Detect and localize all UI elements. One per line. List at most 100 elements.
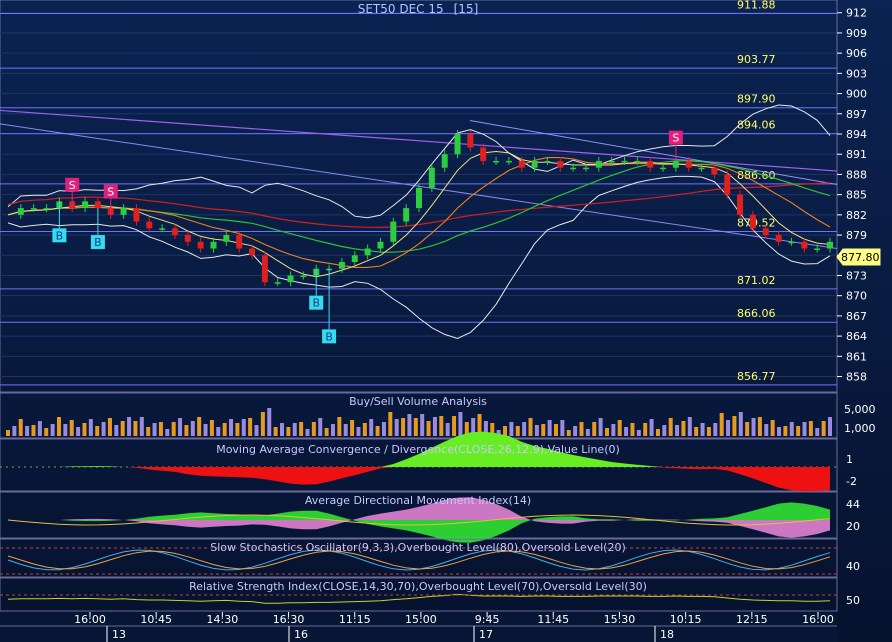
candle-body [737,194,744,215]
volume-bar [95,426,100,436]
volume-bar [165,429,170,436]
candle-body [416,187,422,209]
buy-signal-label: B [312,297,320,310]
volume-bar [515,426,520,436]
time-tick-label: 9:45 [475,613,500,626]
level-label: 879.52 [737,217,776,230]
price-tick-label: 906 [846,47,867,60]
candle-body [197,241,204,249]
candle-body [364,248,371,256]
price-tick-label: 891 [846,148,867,161]
volume-bar [509,422,514,436]
volume-bar [751,418,756,436]
candle-body [814,248,821,251]
volume-bar [694,427,699,436]
price-tick-label: 873 [846,269,867,282]
candle-body [287,275,294,283]
volume-bar [286,427,291,436]
volume-bar [44,428,49,436]
volume-bar [617,420,622,436]
buy-signal-label: B [325,330,333,343]
macd-tick-1: 1 [846,453,853,466]
adx-tick-1: 44 [846,498,860,511]
volume-bar [675,425,680,436]
volume-bar [643,423,648,436]
price-tick-label: 900 [846,88,867,101]
volume-bar [726,420,731,436]
level-label: 871.02 [737,274,776,287]
volume-bar [821,421,826,436]
volume-bar [209,420,214,436]
candle-body [210,241,217,249]
candle-body [493,160,500,163]
candle-body [582,167,589,170]
volume-bar [107,418,112,436]
volume-bar [127,417,132,436]
volume-bar [573,426,578,436]
candle-body [647,160,654,168]
volume-bar [330,424,335,436]
volume-bar [579,422,584,436]
candle-body [300,275,307,277]
volume-bar [305,429,310,436]
volume-bar [299,422,304,436]
candle-body [595,160,602,168]
adx-tick-2: 20 [846,520,860,533]
candle-body [749,214,756,229]
level-label: 894.06 [737,119,776,132]
volume-bar [407,414,412,436]
volume-bar [713,423,718,436]
volume-bar [413,418,418,436]
day-tick-label: 18 [660,628,674,641]
sell-signal-label: S [69,179,76,192]
volume-bar [802,422,807,436]
candle-body [467,134,474,148]
price-tick-label: 903 [846,67,867,80]
volume-bar [69,420,74,436]
candle-body [390,221,397,242]
candle-body [557,160,564,168]
volume-bar [184,425,189,436]
volume-bar [337,417,342,436]
candle-body [223,235,230,242]
volume-bar [197,417,202,436]
volume-bar [585,429,590,436]
time-tick-label: 10:45 [140,613,172,626]
volume-bar [114,425,119,436]
buy-signal-label: B [56,229,64,242]
volume-bar [216,427,221,436]
current-price-label: 877.80 [841,251,880,264]
volume-bar [120,421,125,436]
volume-bar [25,426,30,436]
price-tick-label: 894 [846,128,867,141]
volume-bar [6,430,10,436]
candle-body [428,167,435,188]
candle-body [801,241,808,249]
candle-body [762,228,769,236]
stock-chart[interactable]: 911.88903.77897.90894.06886.60879.52871.… [0,0,892,642]
volume-bar [37,421,42,436]
level-label: 911.88 [737,0,776,12]
volume-bar [706,427,711,436]
volume-tick-1: 5,000 [844,403,876,416]
volume-bar [611,424,616,436]
volume-bar [598,418,603,436]
volume-bar [82,423,87,436]
candle-body [827,241,833,249]
volume-bar [56,417,61,436]
time-tick-label: 16:00 [802,613,834,626]
volume-bar [63,424,68,436]
volume-bar [624,427,629,436]
time-tick-label: 15:00 [405,613,437,626]
candle-body [274,282,281,284]
volume-bar [700,423,705,436]
day-tick-label: 13 [112,628,126,641]
chart-title-interval: [15] [454,2,479,16]
volume-bar [458,412,463,436]
volume-bar [18,419,23,436]
time-tick-label: 11:15 [339,613,371,626]
candle-body [505,160,512,163]
day-tick-label: 16 [294,628,308,641]
volume-bar [770,420,775,436]
volume-bar [662,425,667,436]
